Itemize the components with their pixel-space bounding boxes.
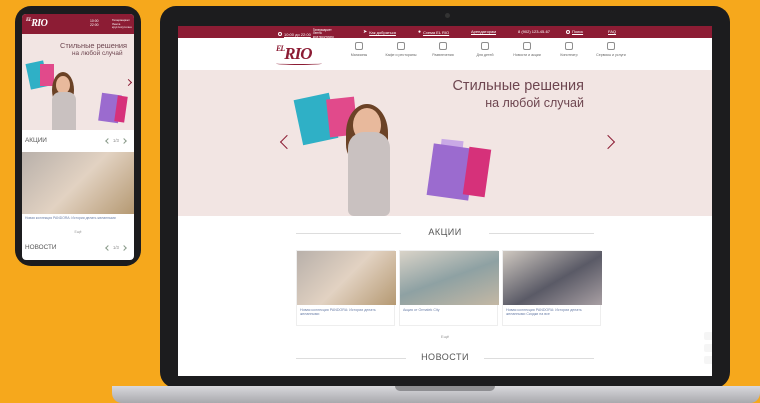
pager-text: 1/3 (113, 245, 119, 250)
main-nav: Магазины Кафе и рестораны Развлечения Дл… (338, 42, 632, 57)
tenants-link[interactable]: Арендаторам (471, 29, 496, 34)
address-text: Схема EL RIO (423, 29, 450, 35)
top-bar: 10:00 до 22:00 Гипермаркет Лента круглос… (178, 26, 712, 39)
promo-card[interactable]: Новая коллекция PANDORA: Истории делать … (502, 250, 602, 326)
faq-text: FAQ (608, 29, 617, 34)
shopping-bag-image (114, 95, 128, 123)
promotions-cards: Новая коллекция PANDORA: Истории делать … (296, 250, 602, 326)
nav-label: Новости и акции (513, 53, 541, 57)
promo-text: Новая коллекция PANDORA: Истории делать … (503, 305, 600, 320)
map-pin-icon: ● (418, 29, 422, 35)
percent-icon (523, 42, 531, 50)
mobile-more-link[interactable]: Ещё (22, 230, 134, 234)
nav-label: Для детей (476, 53, 494, 57)
clock-icon (278, 32, 282, 37)
hero-title-line2: на любой случай (485, 96, 584, 110)
nav-label: Кафе и рестораны (385, 53, 417, 57)
mobile-logo[interactable]: ELRIO (26, 18, 48, 29)
pager-prev-icon[interactable] (105, 137, 111, 144)
woman-body-image (348, 132, 390, 216)
mobile-carousel-next-icon[interactable] (124, 78, 133, 87)
promo-image (400, 251, 499, 305)
logo-prefix: EL (276, 44, 285, 53)
news-title: НОВОСТИ (421, 352, 469, 362)
promo-card[interactable]: Новая коллекция PANDORA: Истории делать … (296, 250, 396, 326)
nav-news[interactable]: Новости и акции (506, 42, 548, 57)
logo-swoosh (276, 62, 322, 65)
nav-label: Кинотеатр (560, 53, 578, 57)
carousel-prev-icon[interactable] (279, 134, 295, 150)
laptop-notch (395, 386, 495, 391)
shop-icon (355, 42, 363, 50)
mobile-promo-text[interactable]: Новая коллекция PANDORA: Истории делать … (25, 216, 133, 220)
route-link[interactable]: ➤ Как добраться (363, 29, 396, 35)
promo-image (503, 251, 602, 305)
mobile-hero-title-line2: на любой случай (72, 50, 123, 57)
promo-card[interactable]: Акция от Ormatek City (399, 250, 499, 326)
search-icon (566, 29, 570, 34)
mobile-hero-banner[interactable]: Стильные решения на любой случай (22, 34, 134, 130)
pager-next-icon[interactable] (120, 244, 127, 251)
mobile-promotions-title: АКЦИИ (25, 137, 47, 144)
tenants-text: Арендаторам (471, 29, 497, 34)
info-icon (607, 42, 615, 50)
site-logo[interactable]: ELRIO (276, 44, 312, 64)
pager-next-icon[interactable] (120, 137, 127, 144)
promo-image (297, 251, 396, 305)
promotions-more-link[interactable]: Ещё (178, 334, 712, 339)
promo-text-extra: Скидки на все (526, 312, 550, 317)
cup-icon (397, 42, 405, 50)
route-text: Как добраться (369, 29, 396, 35)
social-tab-icon[interactable] (704, 344, 712, 352)
desktop-site: 10:00 до 22:00 Гипермаркет Лента круглос… (178, 26, 712, 376)
promo-text: Новая коллекция PANDORA: Истории делать … (300, 308, 376, 317)
promo-text: Акция от Ormatek City (403, 308, 440, 312)
hours-text: 10:00 до 22:00 (284, 31, 311, 37)
camera-dot (445, 13, 450, 18)
child-icon (481, 42, 489, 50)
phone-text: 8 (902) 123-45-67 (518, 29, 551, 34)
nav-kids[interactable]: Для детей (464, 42, 506, 57)
woman-body-image (52, 92, 76, 130)
hero-banner[interactable]: Стильные решения на любой случай (178, 70, 712, 216)
mobile-news-pager: 1/3 (105, 244, 127, 251)
promotions-title: АКЦИИ (428, 227, 462, 237)
nav-label: Сервисы и услуги (596, 53, 626, 57)
site-header: ELRIO Магазины Кафе и рестораны Развлече… (178, 38, 712, 70)
search-link[interactable]: Поиск (566, 29, 583, 34)
mobile-news-title: НОВОСТИ (25, 244, 57, 251)
navigation-arrow-icon: ➤ (363, 29, 368, 35)
mobile-hero-title-line1: Стильные решения (60, 41, 128, 50)
nav-cafes[interactable]: Кафе и рестораны (380, 42, 422, 57)
mobile-time-to: 22:00 (90, 23, 99, 27)
faq-link[interactable]: FAQ (608, 29, 616, 34)
nav-services[interactable]: Сервисы и услуги (590, 42, 632, 57)
mobile-promo-image[interactable] (22, 152, 134, 214)
social-tab-icon[interactable] (704, 332, 712, 340)
mobile-hours-note: Гипермаркет Лента круглосуточно (112, 18, 132, 30)
mobile-logo-main: RIO (31, 18, 48, 29)
film-icon (565, 42, 573, 50)
mobile-hours: 10:00 22:00 (90, 19, 112, 27)
address-link[interactable]: ● Схема EL RIO (418, 29, 449, 35)
pager-prev-icon[interactable] (105, 244, 111, 251)
mobile-header: ELRIO 10:00 22:00 Гипермаркет Лента круг… (22, 14, 134, 34)
gamepad-icon (439, 42, 447, 50)
hero-title-line1: Стильные решения (452, 78, 584, 94)
nav-label: Развлечения (432, 53, 454, 57)
search-text: Поиск (572, 29, 584, 34)
nav-label: Магазины (350, 53, 368, 57)
social-tab-icon[interactable] (704, 356, 712, 364)
mobile-site: ELRIO 10:00 22:00 Гипермаркет Лента круг… (22, 14, 134, 260)
mobile-promotions-pager: 1/3 (105, 137, 127, 144)
pager-text: 1/3 (113, 138, 119, 143)
nav-cinema[interactable]: Кинотеатр (548, 42, 590, 57)
carousel-next-icon[interactable] (600, 134, 616, 150)
nav-entertainment[interactable]: Развлечения (422, 42, 464, 57)
logo-main: RIO (284, 44, 312, 63)
nav-shops[interactable]: Магазины (338, 42, 380, 57)
phone-number[interactable]: 8 (902) 123-45-67 (518, 29, 550, 34)
